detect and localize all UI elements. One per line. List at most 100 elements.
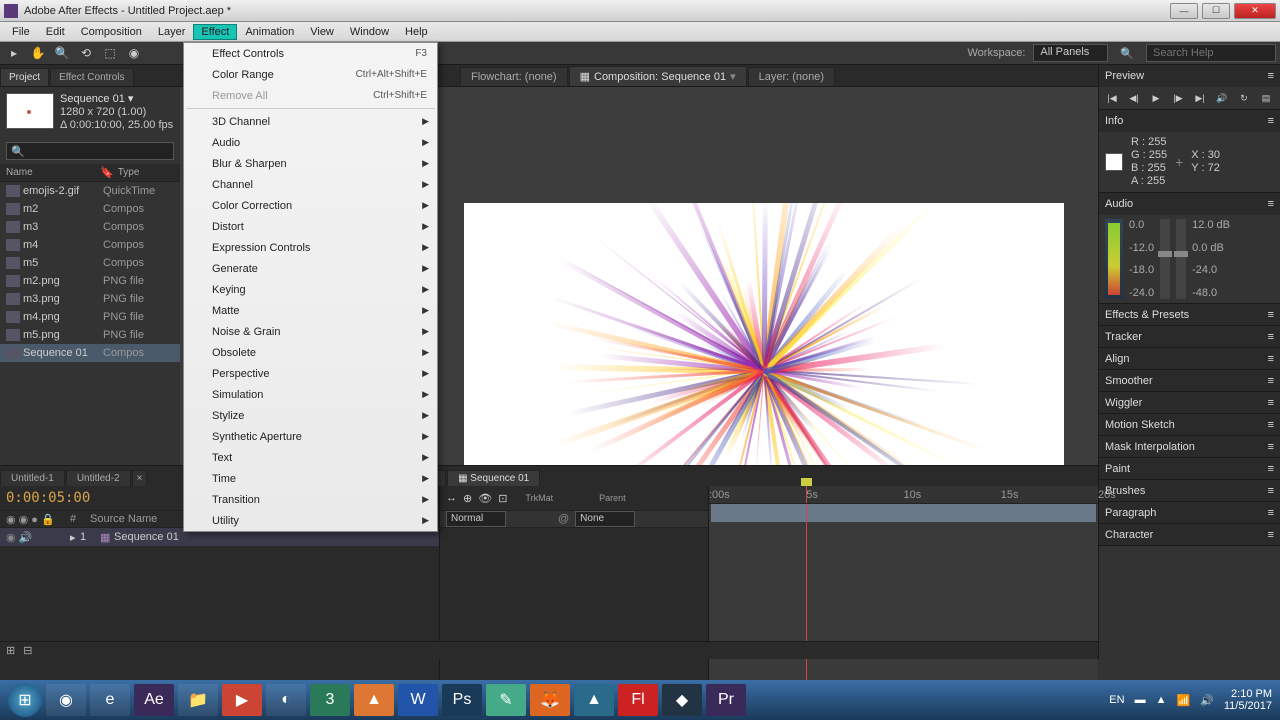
project-item[interactable]: m5.pngPNG file	[0, 326, 180, 344]
tray-volume-icon[interactable]: 🔊	[1200, 694, 1214, 707]
tl-tool-icon[interactable]: 👁	[478, 492, 492, 505]
tray-network-icon[interactable]: 📶	[1176, 694, 1190, 707]
ie-icon[interactable]: e	[90, 684, 130, 716]
project-item[interactable]: m2Compos	[0, 200, 180, 218]
effect-category-item[interactable]: Audio▶	[184, 132, 437, 153]
comp-tab[interactable]: Flowchart: (none)	[460, 67, 568, 86]
blend-mode-select[interactable]: Normal	[446, 511, 506, 527]
panel-header-paint[interactable]: Paint≡	[1099, 458, 1280, 480]
selection-tool-icon[interactable]: ▸	[4, 44, 24, 62]
layer-duration-bar[interactable]	[711, 504, 1096, 522]
project-search-input[interactable]: 🔍	[6, 142, 174, 160]
after-effects-icon[interactable]: Ae	[134, 684, 174, 716]
ram-preview-button[interactable]: ▤	[1257, 90, 1275, 106]
effect-category-item[interactable]: 3D Channel▶	[184, 111, 437, 132]
effect-category-item[interactable]: Stylize▶	[184, 405, 437, 426]
toggle-switches-icon[interactable]: ⊟	[23, 644, 32, 657]
loop-button[interactable]: ↻	[1235, 90, 1253, 106]
col-name-header[interactable]: Name	[0, 167, 100, 178]
project-item[interactable]: m3Compos	[0, 218, 180, 236]
app-icon[interactable]: ▲	[574, 684, 614, 716]
panel-header-mask-interpolation[interactable]: Mask Interpolation≡	[1099, 436, 1280, 458]
prev-frame-button[interactable]: ◀|	[1125, 90, 1143, 106]
menu-view[interactable]: View	[302, 24, 342, 40]
hand-tool-icon[interactable]: ✋	[28, 44, 48, 62]
powerpoint-icon[interactable]: ▶	[222, 684, 262, 716]
3dsmax-icon[interactable]: 3	[310, 684, 350, 716]
effect-menu-item[interactable]: Effect ControlsF3	[184, 43, 437, 64]
tray-date[interactable]: 11/5/2017	[1224, 700, 1272, 712]
play-button[interactable]: ▶	[1147, 90, 1165, 106]
photoshop-icon[interactable]: Ps	[442, 684, 482, 716]
effect-category-item[interactable]: Keying▶	[184, 279, 437, 300]
menu-layer[interactable]: Layer	[150, 24, 194, 40]
app-icon[interactable]: ✎	[486, 684, 526, 716]
timeline-tab[interactable]: Untitled-2	[66, 470, 131, 486]
panel-menu-icon[interactable]: ≡	[1268, 70, 1274, 82]
tray-up-icon[interactable]: ▲	[1156, 694, 1167, 706]
effect-category-item[interactable]: Blur & Sharpen▶	[184, 153, 437, 174]
menu-effect[interactable]: Effect	[193, 24, 237, 40]
parent-pickwhip-icon[interactable]: @	[558, 513, 569, 525]
menu-help[interactable]: Help	[397, 24, 436, 40]
menu-composition[interactable]: Composition	[73, 24, 150, 40]
effect-category-item[interactable]: Simulation▶	[184, 384, 437, 405]
project-item[interactable]: m4.pngPNG file	[0, 308, 180, 326]
project-item[interactable]: m5Compos	[0, 254, 180, 272]
effect-menu-item[interactable]: Color RangeCtrl+Alt+Shift+E	[184, 64, 437, 85]
col-type-header[interactable]: Type	[118, 167, 180, 178]
tl-tool-icon[interactable]: ⊡	[498, 492, 507, 505]
comp-tab[interactable]: Layer: (none)	[748, 67, 835, 86]
tray-flag-icon[interactable]: ▬	[1135, 694, 1146, 706]
effect-category-item[interactable]: Obsolete▶	[184, 342, 437, 363]
panel-header-wiggler[interactable]: Wiggler≡	[1099, 392, 1280, 414]
close-tab-button[interactable]: ×	[132, 470, 148, 486]
mute-button[interactable]: 🔊	[1213, 90, 1231, 106]
rotate-tool-icon[interactable]: ⟲	[76, 44, 96, 62]
panel-menu-icon[interactable]: ≡	[1268, 198, 1274, 210]
close-button[interactable]: ✕	[1234, 3, 1276, 19]
timeline-tab[interactable]: ▦ Sequence 01	[447, 470, 540, 486]
effect-category-item[interactable]: Transition▶	[184, 489, 437, 510]
project-item[interactable]: m4Compos	[0, 236, 180, 254]
explorer-icon[interactable]: 📁	[178, 684, 218, 716]
vlc-icon[interactable]: ▲	[354, 684, 394, 716]
effect-category-item[interactable]: Perspective▶	[184, 363, 437, 384]
tray-lang[interactable]: EN	[1109, 694, 1124, 706]
app-icon[interactable]: ◐	[266, 684, 306, 716]
tray-time[interactable]: 2:10 PM	[1224, 688, 1272, 700]
pan-behind-tool-icon[interactable]: ◉	[124, 44, 144, 62]
menu-window[interactable]: Window	[342, 24, 397, 40]
workspace-select[interactable]: All Panels	[1033, 44, 1108, 62]
audio-slider-right[interactable]	[1176, 219, 1186, 299]
timeline-tab[interactable]: Untitled-1	[0, 470, 65, 486]
panel-header-motion-sketch[interactable]: Motion Sketch≡	[1099, 414, 1280, 436]
project-tab[interactable]: Project	[0, 68, 49, 86]
last-frame-button[interactable]: ▶|	[1191, 90, 1209, 106]
parent-select[interactable]: None	[575, 511, 635, 527]
sort-icon[interactable]: 🔖	[100, 166, 114, 179]
word-icon[interactable]: W	[398, 684, 438, 716]
minimize-button[interactable]: —	[1170, 3, 1198, 19]
effect-category-item[interactable]: Noise & Grain▶	[184, 321, 437, 342]
panel-header-effects-presets[interactable]: Effects & Presets≡	[1099, 304, 1280, 326]
zoom-tool-icon[interactable]: 🔍	[52, 44, 72, 62]
effect-category-item[interactable]: Channel▶	[184, 174, 437, 195]
flash-icon[interactable]: Fl	[618, 684, 658, 716]
project-item[interactable]: Sequence 01Compos	[0, 344, 180, 362]
chrome-icon[interactable]: ◉	[46, 684, 86, 716]
effect-category-item[interactable]: Matte▶	[184, 300, 437, 321]
panel-header-brushes[interactable]: Brushes≡	[1099, 480, 1280, 502]
menu-file[interactable]: File	[4, 24, 38, 40]
next-frame-button[interactable]: |▶	[1169, 90, 1187, 106]
toggle-switches-icon[interactable]: ⊞	[6, 644, 15, 657]
project-item[interactable]: m3.pngPNG file	[0, 290, 180, 308]
effect-category-item[interactable]: Time▶	[184, 468, 437, 489]
panel-header-smoother[interactable]: Smoother≡	[1099, 370, 1280, 392]
premiere-icon[interactable]: Pr	[706, 684, 746, 716]
panel-header-tracker[interactable]: Tracker≡	[1099, 326, 1280, 348]
firefox-icon[interactable]: 🦊	[530, 684, 570, 716]
effect-category-item[interactable]: Utility▶	[184, 510, 437, 531]
panel-header-paragraph[interactable]: Paragraph≡	[1099, 502, 1280, 524]
panel-menu-icon[interactable]: ≡	[1268, 115, 1274, 127]
